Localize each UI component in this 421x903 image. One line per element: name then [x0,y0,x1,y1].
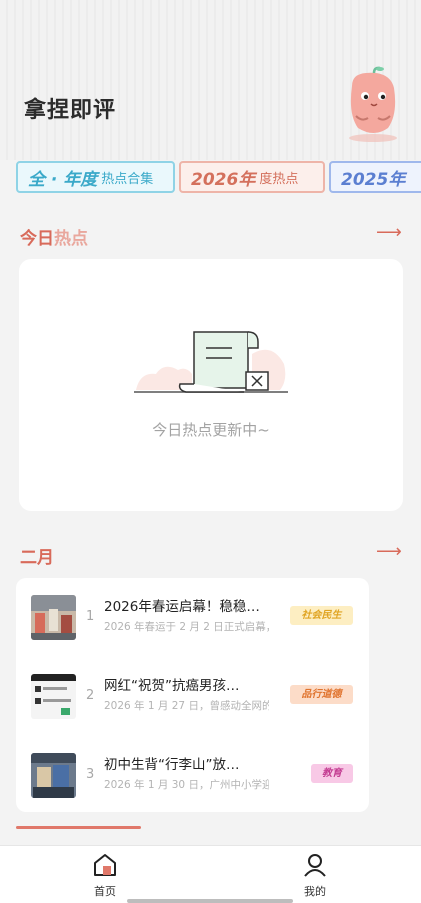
month-section-title: 二月 [20,548,54,568]
category-tag: 教育 [311,764,353,783]
user-icon [304,854,326,877]
today-hot-card: 今日热点更新中~ [19,259,403,511]
nav-home[interactable]: 首页 [75,852,135,899]
chip-all-year-main: 全 · 年度 [28,169,98,190]
bottom-navigation: 首页 我的 [0,845,421,903]
chip-all-year-sub: 热点合集 [101,171,154,187]
app-title: 拿捏即评 [24,97,117,123]
item-rank: 2 [86,688,95,703]
news-thumbnail [31,595,76,640]
item-title: 2026年春运启幕！稳稳… [104,599,260,615]
item-summary: 2026 年 1 月 30 日，广州中小学迎来 [104,779,269,791]
empty-state-text: 今日热点更新中~ [152,421,270,439]
chip-2026-main: 2026年 [191,169,256,190]
list-item[interactable]: 1 2026年春运启幕！稳稳… 2026 年春运于 2 月 2 日正式启幕， 社… [16,595,369,655]
home-icon [94,854,116,876]
item-summary: 2026 年 1 月 27 日，曾感动全网的 1 [104,700,269,712]
chip-2026[interactable]: 2026年 度热点 [179,161,325,193]
item-title: 初中生背“行李山”放… [104,757,240,773]
list-item[interactable]: 3 初中生背“行李山”放… 2026 年 1 月 30 日，广州中小学迎来 教育 [16,753,369,813]
item-rank: 1 [86,609,95,624]
item-summary: 2026 年春运于 2 月 2 日正式启幕， [104,621,269,633]
chip-2025-main: 2025年 [341,169,406,190]
month-hot-list: 1 2026年春运启幕！稳稳… 2026 年春运于 2 月 2 日正式启幕， 社… [16,578,369,812]
scroll-indicator-bar [16,826,141,829]
news-thumbnail [31,753,76,798]
month-more-arrow-icon[interactable]: ⟶ [376,541,402,562]
today-hot-title: 今日热点 [20,224,88,249]
item-rank: 3 [86,767,95,782]
today-hot-title-light: 热点 [54,229,88,249]
category-tag: 社会民生 [290,606,353,625]
list-item[interactable]: 2 网红“祝贺”抗癌男孩… 2026 年 1 月 27 日，曾感动全网的 1 品… [16,674,369,734]
nav-mine-label: 我的 [304,885,326,898]
chip-2026-sub: 度热点 [259,171,299,187]
item-title: 网红“祝贺”抗癌男孩… [104,678,240,694]
chip-all-year[interactable]: 全 · 年度 热点合集 [16,161,175,193]
today-hot-title-main: 今日 [20,229,54,249]
home-indicator [127,899,293,903]
nav-mine[interactable]: 我的 [285,852,345,899]
mascot-icon [349,66,397,142]
empty-document-icon [134,331,288,393]
chip-2025[interactable]: 2025年 [329,161,421,193]
news-thumbnail [31,674,76,719]
nav-home-label: 首页 [94,885,116,898]
today-more-arrow-icon[interactable]: ⟶ [376,222,402,243]
category-tag: 品行道德 [290,685,353,704]
category-chips: 全 · 年度 热点合集 2026年 度热点 2025年 [16,161,421,193]
